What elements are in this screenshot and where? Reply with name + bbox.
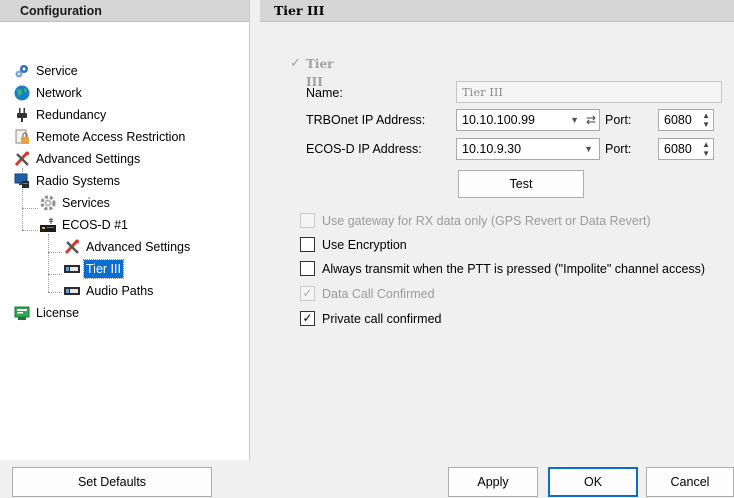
globe-icon (14, 85, 30, 101)
trbonet-port-value: 6080 (664, 113, 692, 127)
chevron-down-icon[interactable]: ▼ (584, 139, 593, 159)
checkbox-label: Data Call Confirmed (322, 287, 435, 301)
settings-header: Tier III (260, 0, 734, 22)
configuration-panel: Configuration Service Network Redundancy… (0, 0, 250, 460)
trbonet-ip-label: TRBOnet IP Address: (306, 113, 426, 127)
license-icon (14, 306, 30, 320)
ecos-ip-label: ECOS-D IP Address: (306, 142, 422, 156)
trbonet-ip-combobox[interactable]: 10.10.100.99 ▼ ⇄ (456, 109, 600, 131)
tree-item-label: Radio Systems (36, 174, 121, 188)
gears-icon (15, 65, 28, 78)
tree-item-label: Advanced Settings (36, 152, 141, 166)
checkbox-box: ✓ (300, 286, 315, 301)
tree-item-label: Remote Access Restriction (36, 130, 186, 144)
tier-iii-settings-panel: Tier III ✓ Tier III Name: Tier III TRBOn… (260, 0, 734, 460)
checkbox-box (300, 237, 315, 252)
tools-icon (64, 239, 79, 255)
spin-arrows-icon[interactable]: ▲ ▼ (702, 111, 710, 129)
ecos-port-value: 6080 (664, 142, 692, 156)
trbonet-ip-value: 10.10.100.99 (462, 113, 535, 127)
tree-item-label: Audio Paths (86, 284, 154, 298)
apply-button[interactable]: Apply (448, 467, 538, 497)
checkbox-box (300, 261, 315, 276)
checkbox-box: ✓ (300, 311, 315, 326)
configuration-header: Configuration (0, 0, 249, 22)
plug-icon (17, 108, 27, 122)
tree-item-label: Services (62, 196, 110, 210)
ecos-port-label: Port: (605, 142, 632, 156)
slot-icon (64, 265, 80, 273)
checkbox-label: Use Encryption (322, 238, 407, 252)
ecos-port-spinner[interactable]: 6080 ▲ ▼ (658, 138, 714, 160)
cancel-button[interactable]: Cancel (646, 467, 734, 497)
ecos-ip-value: 10.10.9.30 (462, 142, 522, 156)
tree-item-label: ECOS-D #1 (62, 218, 128, 232)
ecos-ip-combobox[interactable]: 10.10.9.30 ▼ (456, 138, 600, 160)
tree-item-label: Network (36, 86, 82, 100)
checkbox-label: Always transmit when the PTT is pressed … (322, 262, 706, 276)
test-button[interactable]: Test (458, 170, 584, 198)
checkbox-label: Use gateway for RX data only (GPS Revert… (322, 214, 651, 228)
checkmark-icon: ✓ (290, 56, 301, 71)
spin-arrows-icon[interactable]: ▲ ▼ (702, 140, 710, 158)
slot-icon (64, 287, 80, 295)
name-label: Name: (306, 86, 343, 100)
checkbox-box (300, 213, 315, 228)
refresh-icon[interactable]: ⇄ (586, 110, 596, 130)
trbonet-port-spinner[interactable]: 6080 ▲ ▼ (658, 109, 714, 131)
checkbox-label: Private call confirmed (322, 312, 442, 326)
dialog-button-bar: Set Defaults Apply OK Cancel (0, 460, 734, 498)
tree-item-label: Advanced Settings (86, 240, 191, 254)
tree-item-label: License (36, 306, 80, 320)
tree-item-label: Redundancy (36, 108, 107, 122)
tools-icon (14, 151, 29, 167)
set-defaults-button[interactable]: Set Defaults (12, 467, 212, 497)
panel-splitter[interactable] (250, 0, 260, 460)
name-field: Tier III (456, 81, 722, 103)
document-lock-icon (15, 129, 29, 144)
chevron-down-icon[interactable]: ▼ (570, 110, 579, 130)
trbonet-port-label: Port: (605, 113, 632, 127)
tree-item-label: Service (36, 64, 78, 78)
tree-item-label: Tier III (83, 259, 124, 279)
ok-button[interactable]: OK (548, 467, 638, 497)
gear-icon (40, 195, 56, 211)
monitor-icon (14, 173, 29, 188)
radio-device-icon (40, 218, 56, 232)
